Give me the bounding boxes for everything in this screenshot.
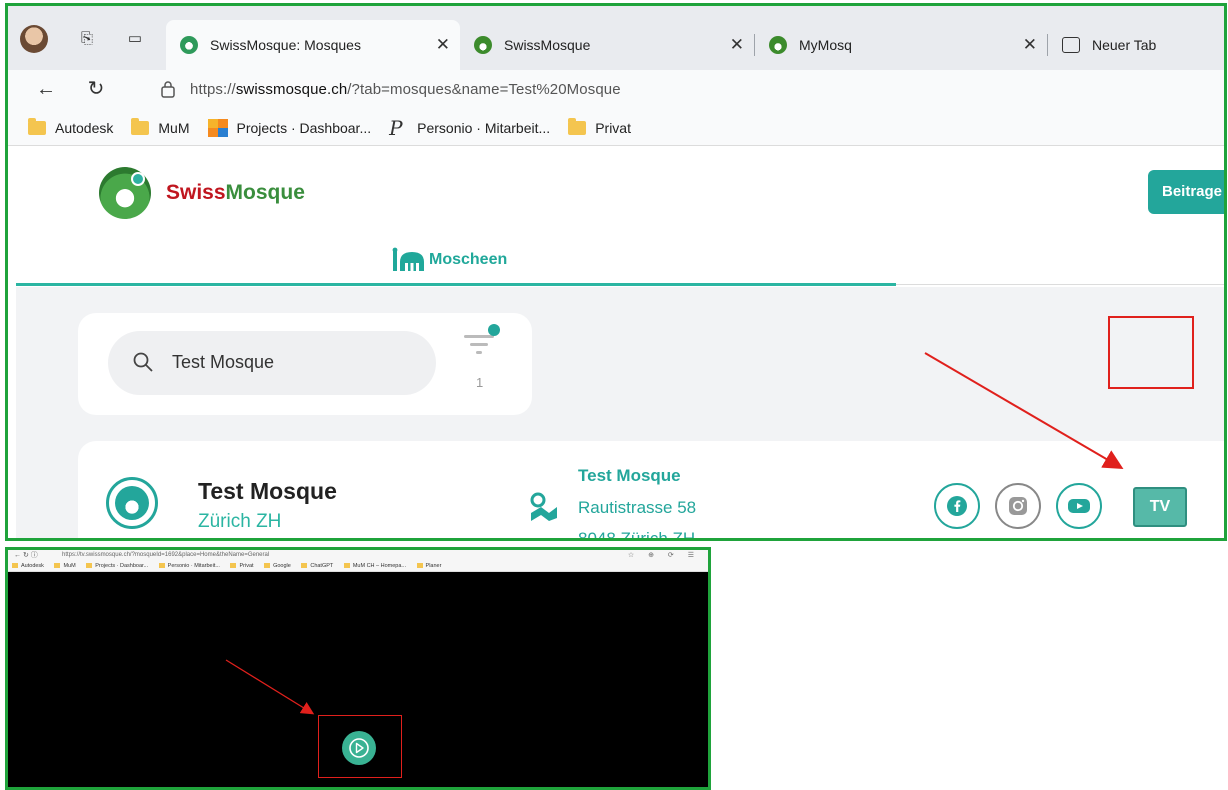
brand-name[interactable]: SwissMosque — [166, 181, 305, 205]
address-street[interactable]: Rautistrasse 58 — [578, 498, 696, 518]
tab-title: MyMosq — [799, 37, 852, 53]
tab-moscheen[interactable]: Moscheen — [391, 247, 507, 273]
mini-bookmark[interactable]: MuM CH – Homepa... — [344, 563, 406, 569]
mini-bookmark[interactable]: Autodesk — [12, 563, 44, 569]
mini-bookmark[interactable]: Google — [264, 563, 291, 569]
site-info-icon[interactable] — [160, 80, 176, 98]
facebook-icon — [947, 496, 967, 516]
address-city[interactable]: 8048 Zürich ZH — [578, 529, 695, 538]
workspaces-icon[interactable]: ⎘ — [78, 30, 96, 48]
close-tab-icon[interactable]: ✕ — [1023, 35, 1037, 55]
folder-icon — [28, 117, 46, 135]
tab-swissmosque[interactable]: SwissMosque ✕ — [460, 20, 754, 70]
instagram-button[interactable] — [995, 483, 1041, 529]
mini-bookmark[interactable]: Projects · Dashboar... — [86, 563, 148, 569]
search-input[interactable]: Test Mosque — [108, 331, 436, 395]
mini-bookmark[interactable]: Planer — [417, 563, 442, 569]
mini-url[interactable]: https://tv.swissmosque.ch/?mosqueId=1692… — [62, 552, 269, 558]
new-tab-icon — [1062, 37, 1080, 53]
swissmosque-favicon-icon — [474, 36, 492, 54]
mini-nav-icons[interactable]: ← ↻ ⓘ — [14, 550, 38, 561]
bookmark-label: Projects · Dashboar... — [236, 119, 372, 136]
folder-icon — [131, 117, 150, 135]
web-page: SwissMosque Beitrage Moscheen Test Mosqu… — [16, 147, 1224, 538]
projects-logo-icon — [207, 118, 228, 137]
search-icon — [133, 352, 153, 372]
address-bar: ← ↻ https://swissmosque.ch/?tab=mosques&… — [8, 70, 1224, 110]
mini-toolbar-icons[interactable]: ☆ ⊕ ⟳ ☰ — [628, 550, 700, 561]
youtube-button[interactable] — [1056, 483, 1102, 529]
bookmark-personio[interactable]: P Personio · Mitarbeit... — [389, 116, 550, 140]
bookmark-mum[interactable]: MuM — [131, 117, 190, 136]
mosque-city: Zürich ZH — [198, 511, 282, 532]
tab-title: SwissMosque: Mosques — [210, 37, 361, 53]
tab-title: SwissMosque — [504, 37, 591, 53]
reload-icon[interactable]: ↻ — [82, 75, 110, 103]
highlight-box-play — [318, 715, 402, 778]
filter-count: 1 — [476, 375, 484, 390]
bookmark-label: Privat — [595, 119, 631, 136]
brand-part-swiss: Swiss — [166, 181, 226, 204]
mini-bookmark[interactable]: MuM — [54, 563, 75, 569]
map-pin-icon — [530, 492, 557, 521]
bookmark-privat[interactable]: Privat — [568, 117, 631, 136]
personio-logo-icon: P — [389, 115, 403, 140]
tab-label: Moscheen — [429, 251, 508, 268]
mini-bookmark[interactable]: Personio · Mitarbeit... — [159, 563, 220, 569]
tab-actions-icon[interactable]: ▭ — [126, 30, 144, 48]
mini-bookmark[interactable]: Privat — [230, 563, 253, 569]
mosque-name[interactable]: Test Mosque — [198, 478, 337, 505]
filter-icon[interactable] — [462, 323, 502, 367]
bookmark-label: MuM — [158, 119, 190, 136]
swissmosque-logo[interactable] — [99, 167, 151, 219]
swissmosque-favicon-icon — [180, 36, 198, 54]
mosque-result-card[interactable]: Test Mosque Zürich ZH Test Mosque Rautis… — [78, 441, 1224, 538]
mymosq-favicon-icon — [769, 36, 787, 54]
bookmark-projects[interactable]: Projects · Dashboar... — [207, 118, 372, 137]
search-panel: Test Mosque 1 — [78, 313, 532, 415]
tab-mymosq[interactable]: MyMosq ✕ — [755, 20, 1047, 70]
folder-icon — [568, 117, 587, 135]
close-tab-icon[interactable]: ✕ — [730, 35, 744, 55]
mini-bookmarks-bar: Autodesk MuM Projects · Dashboar... Pers… — [8, 561, 708, 572]
profile-avatar[interactable] — [20, 25, 48, 53]
tab-swissmosque-mosques[interactable]: SwissMosque: Mosques ✕ — [166, 20, 460, 70]
contribute-button[interactable]: Beitrage — [1148, 170, 1224, 214]
mini-bookmark[interactable]: ChatGPT — [301, 563, 333, 569]
nav-divider — [896, 284, 1224, 285]
url-path: /?tab=mosques&name=Test%20Mosque — [347, 81, 621, 98]
clock-moon-icon — [131, 172, 145, 186]
screenshot-swissmosque-search: ⎘ ▭ SwissMosque: Mosques ✕ SwissMosque ✕… — [5, 3, 1227, 541]
back-arrow-icon[interactable]: ← — [32, 75, 60, 103]
bookmark-autodesk[interactable]: Autodesk — [28, 117, 114, 136]
highlight-box-tv — [1108, 316, 1194, 389]
youtube-icon — [1068, 499, 1090, 513]
instagram-icon — [1009, 497, 1027, 515]
facebook-button[interactable] — [934, 483, 980, 529]
close-tab-icon[interactable]: ✕ — [436, 35, 450, 55]
tv-button[interactable]: TV — [1133, 487, 1187, 527]
browser-tab-bar: ⎘ ▭ SwissMosque: Mosques ✕ SwissMosque ✕… — [8, 6, 1224, 70]
mosque-avatar-icon — [106, 477, 158, 529]
tab-new[interactable]: Neuer Tab — [1048, 20, 1224, 70]
url-prefix: https:// — [190, 81, 236, 98]
bookmark-label: Personio · Mitarbeit... — [417, 119, 551, 136]
url-domain: swissmosque.ch — [235, 81, 348, 98]
mosque-icon — [392, 247, 424, 271]
bookmark-label: Autodesk — [55, 119, 114, 136]
brand-part-mosque: Mosque — [225, 181, 305, 204]
mini-address-bar: ← ↻ ⓘ https://tv.swissmosque.ch/?mosqueI… — [8, 550, 708, 561]
address-name[interactable]: Test Mosque — [578, 466, 681, 486]
url-field[interactable]: https://swissmosque.ch/?tab=mosques&name… — [190, 81, 621, 98]
tab-title: Neuer Tab — [1092, 37, 1157, 53]
bookmarks-bar: Autodesk MuM Projects · Dashboar... P Per… — [8, 110, 1224, 146]
search-value: Test Mosque — [172, 352, 275, 372]
